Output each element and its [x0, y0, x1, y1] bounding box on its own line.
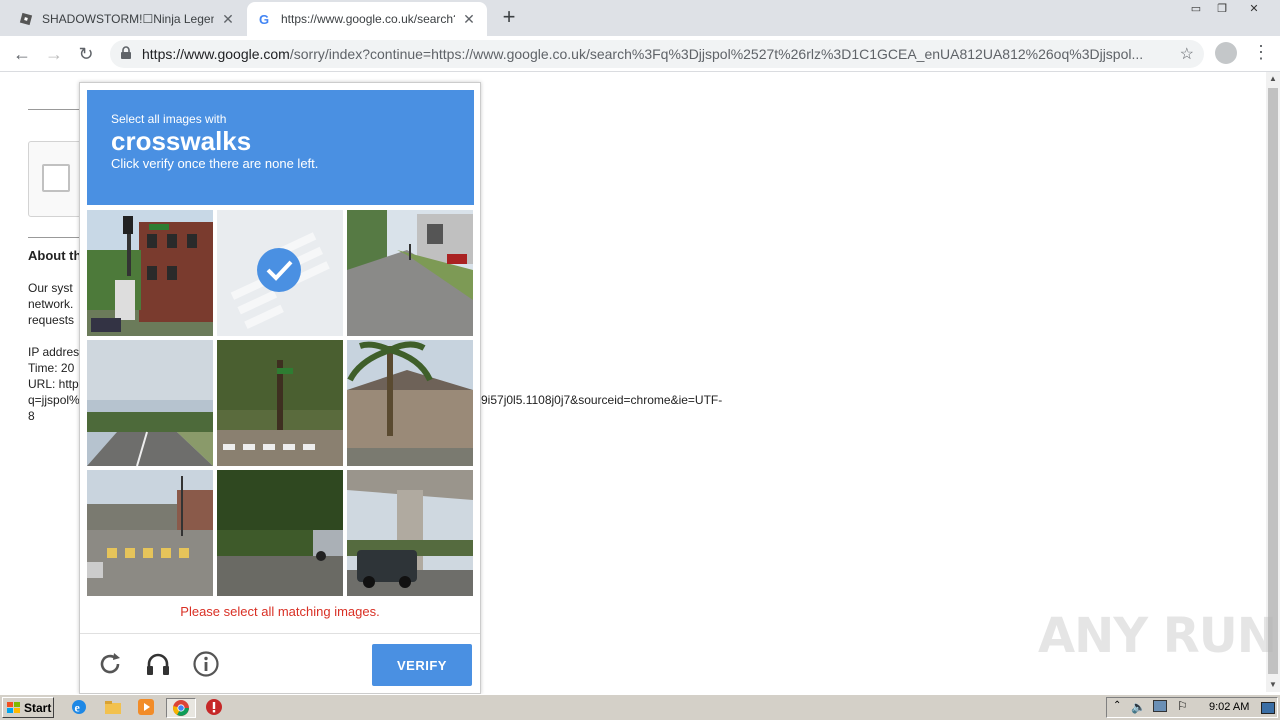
- show-hidden-icons-icon[interactable]: ⌃: [1113, 700, 1121, 711]
- bookmark-star-icon[interactable]: ☆: [1180, 44, 1194, 64]
- url-path: /sorry/index?continue=https://www.google…: [289, 46, 1144, 62]
- roblox-icon: [18, 11, 34, 27]
- select-text: Select all images with: [111, 112, 227, 126]
- captcha-tile[interactable]: [217, 340, 343, 466]
- lock-icon: [120, 45, 134, 63]
- url-line: URL: http: [28, 377, 79, 391]
- verify-button[interactable]: VERIFY: [372, 644, 472, 686]
- system-tray: ⌃ 🔈 ⚐ 9:02 AM: [1106, 697, 1278, 718]
- body-line: requests: [28, 313, 75, 327]
- tab-title: https://www.google.co.uk/search?q: [281, 12, 455, 26]
- query-line: q=jjspol%: [28, 393, 80, 407]
- restore-icon[interactable]: ❐: [1209, 0, 1235, 18]
- volume-icon[interactable]: 🔈: [1131, 700, 1146, 714]
- challenge-footer: VERIFY: [80, 633, 480, 693]
- captcha-tile-selected[interactable]: [217, 210, 343, 336]
- svg-text:G: G: [259, 12, 269, 26]
- back-icon[interactable]: ←: [10, 42, 34, 66]
- show-desktop-icon[interactable]: [1261, 702, 1275, 714]
- tab-strip: SHADOWSTORM!☐Ninja Legends - R ✕ G https…: [0, 0, 1280, 36]
- taskbar: Start e ⌃ 🔈 ⚐ 9:02 AM: [0, 694, 1280, 720]
- forward-icon[interactable]: →: [42, 42, 66, 66]
- ie-icon[interactable]: e: [70, 698, 90, 718]
- browser-toolbar: ← → ↻ https://www.google.com/sorry/index…: [0, 36, 1280, 72]
- error-message: Please select all matching images.: [180, 604, 380, 619]
- new-tab-button[interactable]: +: [498, 6, 520, 28]
- stop-icon[interactable]: [205, 698, 225, 718]
- action-center-flag-icon[interactable]: ⚐: [1177, 699, 1188, 713]
- captcha-tile[interactable]: [87, 340, 213, 466]
- about-heading: About th: [28, 248, 82, 263]
- captcha-tile[interactable]: [87, 210, 213, 336]
- network-icon[interactable]: [1153, 700, 1167, 712]
- captcha-tile[interactable]: [217, 470, 343, 596]
- target-label: crosswalks: [111, 126, 252, 156]
- explorer-icon[interactable]: [104, 698, 124, 718]
- scroll-down-icon[interactable]: ▼: [1266, 678, 1280, 692]
- anyrun-watermark: ANY RUN: [1038, 608, 1277, 664]
- tab-title: SHADOWSTORM!☐Ninja Legends - R: [42, 12, 214, 26]
- close-tab-icon[interactable]: ✕: [461, 11, 477, 27]
- scroll-thumb[interactable]: [1268, 88, 1278, 674]
- svg-text:e: e: [75, 701, 81, 715]
- close-tab-icon[interactable]: ✕: [220, 11, 236, 27]
- ip-line: IP addres: [28, 345, 80, 359]
- windows-logo-icon: [7, 701, 21, 714]
- reload-challenge-icon[interactable]: [96, 650, 124, 678]
- menu-icon[interactable]: ⋮: [1252, 40, 1270, 64]
- google-icon: G: [257, 11, 273, 27]
- clock[interactable]: 9:02 AM: [1209, 701, 1249, 713]
- start-button[interactable]: Start: [2, 697, 54, 718]
- start-label: Start: [24, 700, 52, 715]
- minimize-icon[interactable]: ▭: [1183, 0, 1209, 18]
- captcha-challenge: Select all images with crosswalks Click …: [79, 82, 481, 694]
- scroll-up-icon[interactable]: ▲: [1266, 72, 1280, 86]
- last-line: 8: [28, 409, 35, 423]
- captcha-tile[interactable]: [87, 470, 213, 596]
- instruction-text: Click verify once there are none left.: [111, 156, 319, 171]
- vertical-scrollbar[interactable]: ▲ ▼: [1266, 72, 1280, 692]
- media-player-icon[interactable]: [137, 698, 157, 718]
- recaptcha-checkbox[interactable]: [42, 164, 70, 192]
- challenge-header: Select all images with crosswalks Click …: [87, 90, 474, 205]
- address-bar[interactable]: https://www.google.com/sorry/index?conti…: [110, 40, 1204, 68]
- tab-roblox[interactable]: SHADOWSTORM!☐Ninja Legends - R ✕: [8, 2, 246, 36]
- captcha-tile[interactable]: [347, 210, 473, 336]
- divider: [28, 237, 80, 238]
- chrome-taskbar-icon[interactable]: [166, 698, 196, 718]
- close-window-icon[interactable]: ✕: [1241, 0, 1267, 18]
- time-line: Time: 20: [28, 361, 75, 375]
- divider: [28, 109, 80, 110]
- body-line: Our syst: [28, 281, 73, 295]
- info-icon[interactable]: [192, 650, 220, 678]
- reload-icon[interactable]: ↻: [74, 42, 98, 66]
- body-line: network.: [28, 297, 74, 311]
- headphones-icon[interactable]: [144, 650, 172, 678]
- captcha-tile[interactable]: [347, 470, 473, 596]
- profile-avatar-icon[interactable]: [1215, 42, 1237, 64]
- captcha-tile[interactable]: [347, 340, 473, 466]
- tab-google[interactable]: G https://www.google.co.uk/search?q ✕: [247, 2, 487, 36]
- url-host: https://www.google.com: [142, 46, 290, 62]
- url-tail: 9i57j0l5.1108j0j7&sourceid=chrome&ie=UTF…: [481, 393, 723, 407]
